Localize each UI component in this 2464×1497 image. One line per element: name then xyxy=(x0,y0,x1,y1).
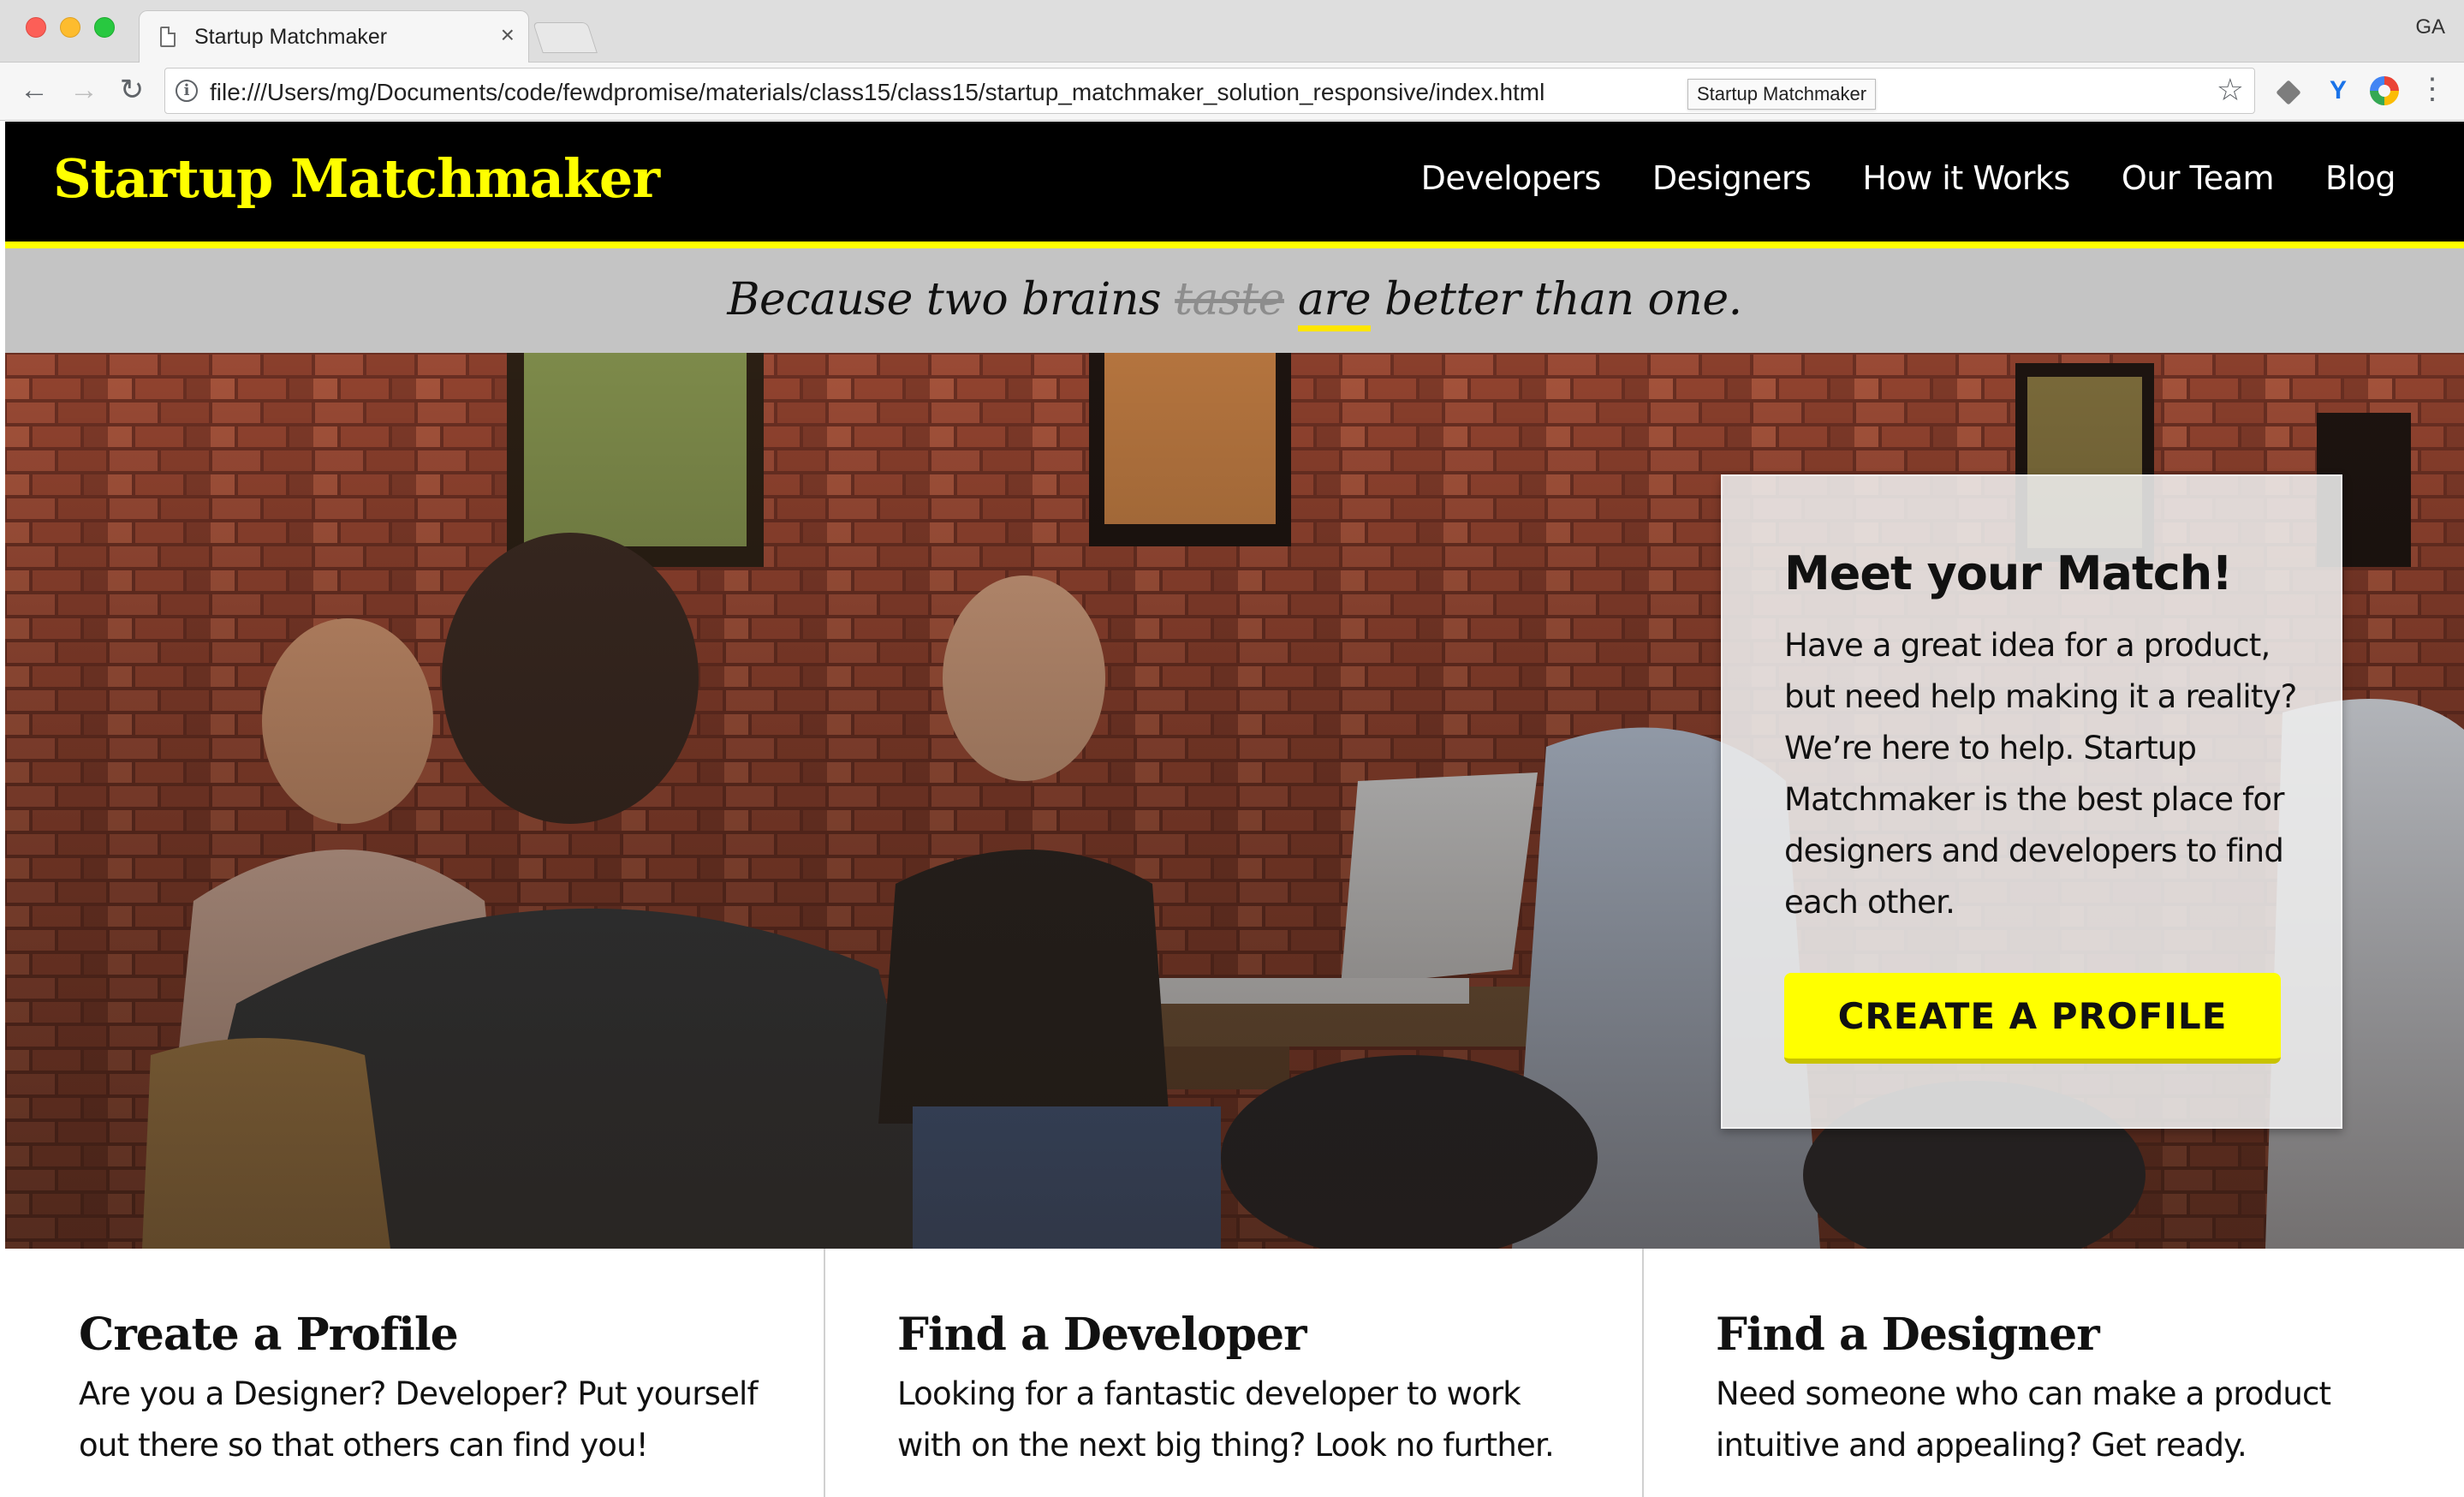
info-icon[interactable]: i xyxy=(176,80,198,102)
minimize-window-button[interactable] xyxy=(60,17,80,38)
tooltip: Startup Matchmaker xyxy=(1687,79,1877,110)
browser-tab-bar: Startup Matchmaker × GA xyxy=(0,0,2464,63)
forward-arrow-icon[interactable]: → xyxy=(65,71,103,109)
address-bar[interactable]: i file:///Users/mg/Documents/code/fewdpr… xyxy=(164,68,2255,114)
header-divider xyxy=(5,242,2464,248)
feature-text: Are you a Designer? Developer? Put yours… xyxy=(79,1375,759,1464)
site-header: Startup Matchmaker Developers Designers … xyxy=(5,122,2464,242)
star-icon[interactable]: ☆ xyxy=(2217,72,2244,108)
browser-tab[interactable]: Startup Matchmaker × xyxy=(139,10,529,63)
create-profile-button[interactable]: CREATE A PROFILE xyxy=(1784,973,2281,1064)
feature-create-profile: Create a Profile Are you a Designer? Dev… xyxy=(5,1249,824,1497)
nav-blog[interactable]: Blog xyxy=(2325,159,2396,197)
feature-title: Find a Designer xyxy=(1716,1309,2100,1361)
meet-your-match-card: Meet your Match! Have a great idea for a… xyxy=(1721,474,2342,1129)
tagline: Because two brains taste are better than… xyxy=(5,274,2464,331)
nav-our-team[interactable]: Our Team xyxy=(2122,159,2275,197)
features: Create a Profile Are you a Designer? Dev… xyxy=(5,1249,2464,1497)
new-tab-button[interactable] xyxy=(533,22,598,53)
nav-how-it-works[interactable]: How it Works xyxy=(1862,159,2070,197)
close-icon[interactable]: × xyxy=(501,23,515,47)
hero: Meet your Match! Have a great idea for a… xyxy=(5,353,2464,1249)
y-extension-icon[interactable]: Y xyxy=(2324,76,2353,105)
color-wheel-extension-icon[interactable] xyxy=(2370,76,2399,105)
nav-designers[interactable]: Designers xyxy=(1652,159,1812,197)
browser-toolbar: ← → ↻ i file:///Users/mg/Documents/code/… xyxy=(0,63,2464,121)
menu-dots-icon[interactable]: ⋮ xyxy=(2418,75,2447,104)
card-title: Meet your Match! xyxy=(1784,546,2233,600)
feature-title: Find a Developer xyxy=(897,1309,1306,1361)
tagline-space xyxy=(1284,274,1298,325)
feature-text: Need someone who can make a product intu… xyxy=(1716,1375,2331,1464)
tagline-struck-word: taste xyxy=(1175,274,1284,325)
main-nav: Developers Designers How it Works Our Te… xyxy=(1370,159,2396,197)
web-page: Startup Matchmaker Developers Designers … xyxy=(5,122,2464,1497)
tab-title: Startup Matchmaker xyxy=(194,25,388,49)
tagline-underlined-word: are xyxy=(1297,274,1372,331)
close-window-button[interactable] xyxy=(26,17,46,38)
site-logo[interactable]: Startup Matchmaker xyxy=(53,147,660,210)
tagline-bar: Because two brains taste are better than… xyxy=(5,248,2464,353)
feature-title: Create a Profile xyxy=(79,1309,459,1361)
feature-find-designer: Find a Designer Need someone who can mak… xyxy=(1642,1249,2461,1497)
tagline-start: Because two brains xyxy=(727,274,1175,325)
url-text[interactable]: file:///Users/mg/Documents/code/fewdprom… xyxy=(210,79,1689,106)
back-arrow-icon[interactable]: ← xyxy=(15,71,53,109)
zoom-window-button[interactable] xyxy=(94,17,115,38)
layers-extension-icon[interactable] xyxy=(2274,76,2303,105)
document-icon xyxy=(160,27,176,47)
card-body: Have a great idea for a product, but nee… xyxy=(1784,627,2297,921)
feature-text: Looking for a fantastic developer to wor… xyxy=(897,1375,1555,1464)
profile-button[interactable]: GA xyxy=(2415,15,2445,39)
tagline-end: better than one. xyxy=(1371,274,1742,325)
reload-icon[interactable]: ↻ xyxy=(113,71,151,109)
feature-find-developer: Find a Developer Looking for a fantastic… xyxy=(824,1249,1642,1497)
nav-developers[interactable]: Developers xyxy=(1421,159,1602,197)
